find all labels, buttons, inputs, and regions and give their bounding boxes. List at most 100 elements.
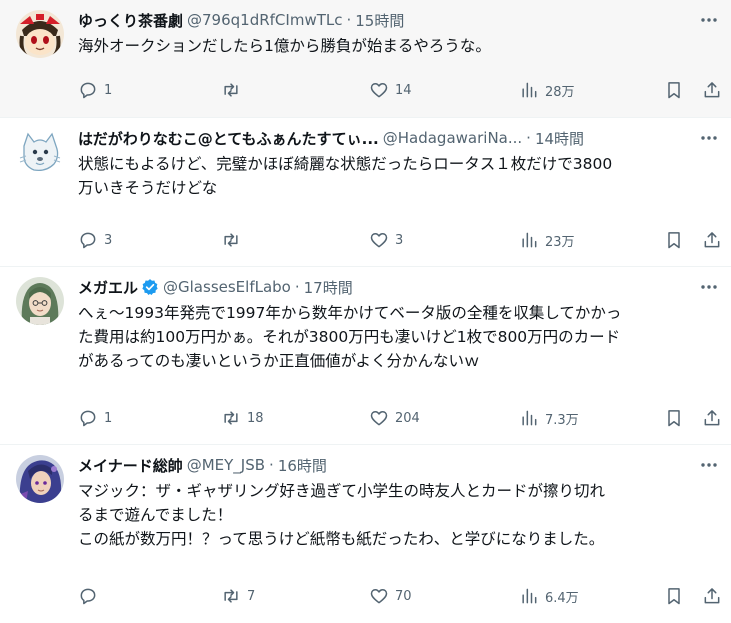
tweet[interactable]: メイナード総帥 @MEY_JSB · 16時間 マジック：ザ・ギャザリング好き過…	[0, 445, 731, 623]
action-bar: 1 14 28万	[78, 78, 721, 102]
reply-button[interactable]	[78, 586, 104, 606]
avatar[interactable]	[16, 455, 64, 503]
three-dots-icon	[701, 136, 717, 140]
share-button[interactable]	[702, 586, 722, 606]
user-handle[interactable]: @HadagawariNa...	[383, 129, 522, 147]
timestamp[interactable]: 15時間	[355, 10, 404, 31]
view-count: 28万	[545, 84, 575, 100]
retweet-button[interactable]	[221, 80, 247, 100]
share-button[interactable]	[702, 80, 722, 100]
views-button[interactable]: 23万	[519, 230, 575, 250]
share-arrow-icon	[704, 82, 720, 98]
retweet-arrows-icon	[224, 83, 238, 97]
view-count: 6.4万	[545, 590, 579, 606]
speech-bubble-icon	[80, 82, 96, 99]
retweet-count: 7	[247, 588, 256, 604]
avatar[interactable]	[16, 10, 64, 58]
display-name[interactable]: メイナード総帥	[78, 455, 183, 476]
like-button[interactable]: 3	[369, 230, 403, 250]
tweet-text: へぇ～1993年発売で1997年から数年かけてベータ版の全種を収集してかかっ た…	[78, 304, 622, 370]
retweet-arrows-icon	[224, 233, 238, 247]
action-bar: 3 3 23万	[78, 228, 721, 252]
heart-icon	[370, 589, 388, 604]
retweet-button[interactable]	[221, 230, 247, 250]
display-name[interactable]: はだがわりなむこ@とてもふぁんたすてぃ...	[78, 128, 379, 149]
views-button[interactable]: 6.4万	[519, 586, 579, 606]
share-arrow-icon	[704, 232, 720, 248]
more-options-button[interactable]	[697, 9, 721, 31]
like-button[interactable]: 14	[369, 80, 412, 100]
tweet[interactable]: ゆっくり茶番劇 @796q1dRfCImwTLc · 15時間 海外オークション…	[0, 0, 731, 118]
separator-dot: ·	[346, 11, 352, 29]
display-name[interactable]: メガエル	[78, 277, 138, 298]
speech-bubble-icon	[80, 588, 96, 605]
retweet-arrows-icon	[224, 411, 238, 425]
bookmark-button[interactable]	[664, 408, 684, 428]
tweet-header: メイナード総帥 @MEY_JSB · 16時間	[78, 454, 681, 476]
tweet-text: 状態にもよるけど、完璧かほぼ綺麗な状態だったらロータス１枚だけで3800 万いき…	[78, 155, 613, 197]
reply-button[interactable]: 3	[78, 230, 112, 250]
more-options-button[interactable]	[697, 276, 721, 298]
heart-icon	[370, 233, 388, 248]
timestamp[interactable]: 16時間	[278, 455, 327, 476]
share-arrow-icon	[704, 410, 720, 426]
share-button[interactable]	[702, 230, 722, 250]
avatar[interactable]	[16, 128, 64, 176]
yukkuri-avatar-image	[16, 10, 64, 58]
bar-chart-icon	[522, 82, 537, 98]
display-name[interactable]: ゆっくり茶番劇	[78, 10, 183, 31]
bookmark-button[interactable]	[664, 80, 684, 100]
tweet-header: はだがわりなむこ@とてもふぁんたすてぃ... @HadagawariNa... …	[78, 127, 681, 149]
tweet-header: メガエル @GlassesElfLabo · 17時間	[78, 276, 681, 298]
tweet[interactable]: メガエル @GlassesElfLabo · 17時間 へぇ～1993年発売で1…	[0, 267, 731, 445]
action-bar: 7 70 6.4万	[78, 584, 721, 608]
bar-chart-icon	[522, 588, 537, 604]
bookmark-icon	[668, 588, 680, 605]
retweet-button[interactable]: 18	[221, 408, 264, 428]
three-dots-icon	[701, 463, 717, 467]
retweet-arrows-icon	[224, 589, 238, 603]
view-count: 23万	[545, 234, 575, 250]
more-options-button[interactable]	[697, 454, 721, 476]
reply-count: 1	[104, 410, 113, 426]
like-button[interactable]: 204	[369, 408, 420, 428]
bookmark-button[interactable]	[664, 230, 684, 250]
heart-icon	[370, 411, 388, 426]
bookmark-icon	[668, 232, 680, 249]
dog-sketch-avatar-image	[16, 128, 64, 176]
tweet[interactable]: はだがわりなむこ@とてもふぁんたすてぃ... @HadagawariNa... …	[0, 118, 731, 267]
user-handle[interactable]: @GlassesElfLabo	[163, 278, 291, 296]
like-button[interactable]: 70	[369, 586, 412, 606]
bookmark-icon	[668, 82, 680, 99]
like-count: 204	[395, 410, 420, 426]
timestamp[interactable]: 17時間	[304, 277, 353, 298]
share-arrow-icon	[704, 588, 720, 604]
views-button[interactable]: 28万	[519, 80, 575, 100]
more-options-button[interactable]	[697, 127, 721, 149]
action-bar: 1 18 204 7.3万	[78, 406, 721, 430]
bookmark-icon	[668, 410, 680, 427]
share-button[interactable]	[702, 408, 722, 428]
three-dots-icon	[701, 18, 717, 22]
views-button[interactable]: 7.3万	[519, 408, 579, 428]
user-handle[interactable]: @MEY_JSB	[187, 456, 265, 474]
bookmark-button[interactable]	[664, 586, 684, 606]
bar-chart-icon	[522, 232, 537, 248]
separator-dot: ·	[269, 456, 274, 474]
reply-button[interactable]: 1	[78, 80, 112, 100]
like-count: 70	[395, 588, 412, 604]
timestamp[interactable]: 14時間	[535, 128, 584, 149]
like-count: 3	[395, 232, 404, 248]
three-dots-icon	[701, 285, 717, 289]
user-handle[interactable]: @796q1dRfCImwTLc	[187, 11, 342, 29]
tweet-text: マジック：ザ・ギャザリング好き過ぎて小学生の時友人とカードが擦り切れ るまで遊ん…	[78, 482, 606, 548]
speech-bubble-icon	[80, 410, 96, 427]
speech-bubble-icon	[80, 232, 96, 249]
avatar[interactable]	[16, 277, 64, 325]
elf-portrait-avatar-image	[16, 277, 64, 325]
separator-dot: ·	[294, 278, 300, 296]
retweet-button[interactable]: 7	[221, 586, 255, 606]
verified-badge-icon	[142, 279, 158, 296]
reply-button[interactable]: 1	[78, 408, 112, 428]
heart-icon	[370, 83, 388, 98]
